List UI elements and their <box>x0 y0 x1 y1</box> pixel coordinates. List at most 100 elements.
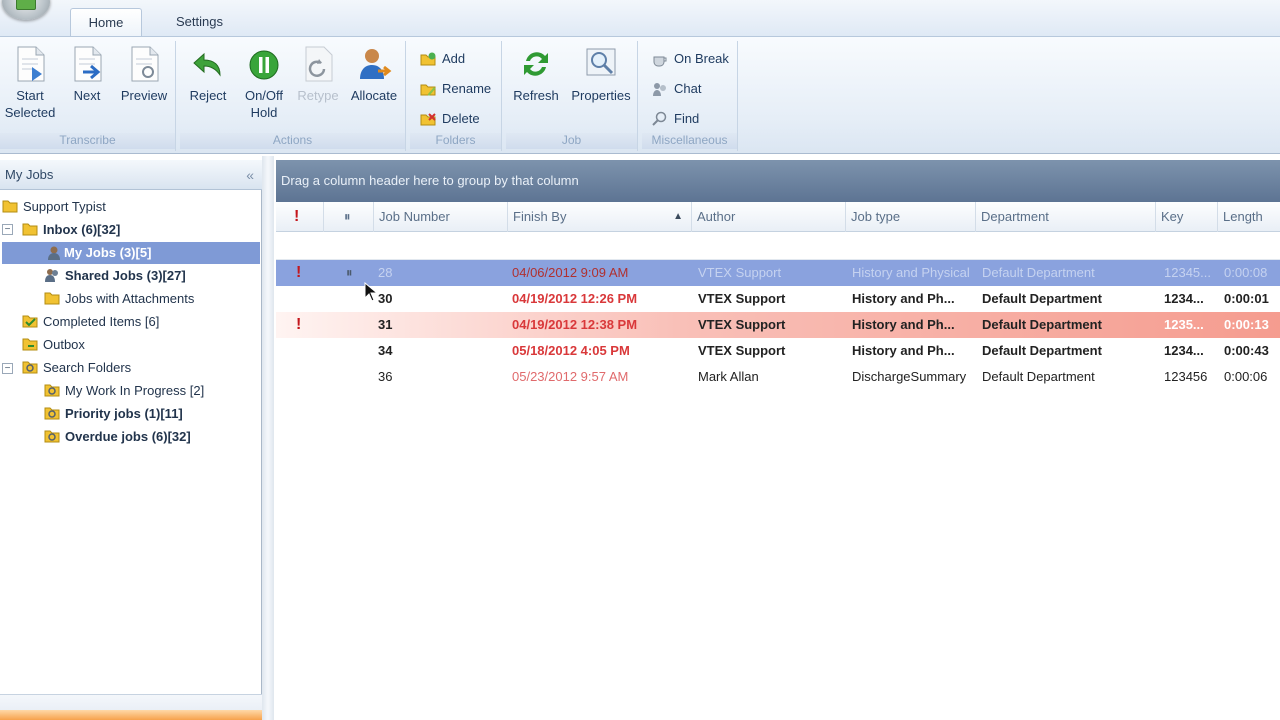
application-menu-button[interactable] <box>2 0 50 20</box>
search-folder-icon <box>44 384 60 397</box>
next-document-icon <box>74 46 102 82</box>
cell-finish-by: 04/19/2012 12:38 PM <box>512 317 638 332</box>
column-header-job-number[interactable]: Job Number <box>374 202 508 232</box>
cell-job-number: 28 <box>378 265 393 280</box>
tree-label: Support Typist <box>23 199 106 214</box>
priority-flag-icon <box>292 338 322 364</box>
tree-label: Inbox (6)[32] <box>43 222 121 237</box>
start-selected-button[interactable]: Start Selected <box>2 43 58 131</box>
refresh-button[interactable]: Refresh <box>508 43 564 131</box>
outbox-folder-icon <box>22 338 38 351</box>
column-header-job-type[interactable]: Job type <box>846 202 976 232</box>
preview-document-icon <box>131 46 159 82</box>
cell-key: 1234... <box>1164 343 1204 358</box>
group-label-transcribe: Transcribe <box>0 133 175 149</box>
column-header-finish-by[interactable]: Finish By ▲ <box>508 202 692 232</box>
cell-author: VTEX Support <box>698 265 782 280</box>
attachment-icon <box>342 338 372 364</box>
table-row[interactable]: 36 05/23/2012 9:57 AM Mark Allan Dischar… <box>276 364 1280 390</box>
group-by-area[interactable]: Drag a column header here to group by th… <box>276 160 1280 202</box>
preview-label: Preview <box>120 88 168 103</box>
find-button[interactable]: Find <box>646 107 699 131</box>
cell-finish-by: 04/06/2012 9:09 AM <box>512 265 629 280</box>
collapse-inbox-toggle[interactable]: − <box>2 224 13 235</box>
on-break-button[interactable]: On Break <box>646 47 729 71</box>
delete-folder-button[interactable]: Delete <box>414 107 480 131</box>
app-logo-icon <box>16 0 36 10</box>
tree-label: Shared Jobs (3)[27] <box>65 268 186 283</box>
tab-home[interactable]: Home <box>70 8 142 36</box>
cell-finish-by: 04/19/2012 12:26 PM <box>512 291 638 306</box>
ribbon-group-folders: Add Rename Delete Folders <box>410 41 502 151</box>
tree-item-completed-items[interactable]: Completed Items [6] <box>22 311 159 333</box>
column-header-length[interactable]: Length <box>1218 202 1280 232</box>
tree-item-overdue-jobs[interactable]: Overdue jobs (6)[32] <box>44 426 191 448</box>
tree-label: Completed Items [6] <box>43 314 160 329</box>
chat-button[interactable]: Chat <box>646 77 701 101</box>
column-header-author[interactable]: Author <box>692 202 846 232</box>
cell-department: Default Department <box>982 343 1102 358</box>
tree-item-shared-jobs[interactable]: Shared Jobs (3)[27] <box>44 265 186 287</box>
navigation-pane-footer[interactable] <box>0 694 262 720</box>
add-folder-label: Add <box>442 51 466 66</box>
collapse-panel-button[interactable]: « <box>246 160 254 190</box>
cell-author: VTEX Support <box>698 317 786 332</box>
attachment-icon <box>342 364 372 390</box>
tree-item-priority-jobs[interactable]: Priority jobs (1)[11] <box>44 403 183 425</box>
allocate-label: Allocate <box>350 88 398 103</box>
tree-item-outbox[interactable]: Outbox <box>22 334 85 356</box>
onoff-hold-button[interactable]: On/Off Hold <box>236 43 292 131</box>
cell-job-type: History and Ph... <box>852 291 955 306</box>
cell-key: 1235... <box>1164 317 1204 332</box>
on-break-label: On Break <box>674 51 729 66</box>
tree-item-search-folders[interactable]: Search Folders <box>22 357 131 379</box>
retype-button[interactable]: Retype <box>290 43 346 131</box>
find-label: Find <box>674 111 700 126</box>
tree-item-my-work-in-progress[interactable]: My Work In Progress [2] <box>44 380 204 402</box>
group-label-miscellaneous: Miscellaneous <box>642 133 737 149</box>
add-folder-button[interactable]: Add <box>414 47 465 71</box>
tree-label: Priority jobs (1)[11] <box>65 406 183 421</box>
table-row[interactable]: 34 05/18/2012 4:05 PM VTEX Support Histo… <box>276 338 1280 364</box>
preview-button[interactable]: Preview <box>116 43 172 131</box>
table-row[interactable]: ! ⏸ 28 04/06/2012 9:09 AM VTEX Support H… <box>276 260 1280 286</box>
rename-folder-button[interactable]: Rename <box>414 77 491 101</box>
refresh-icon <box>524 52 548 76</box>
column-label: Finish By <box>513 209 567 224</box>
panel-splitter[interactable] <box>262 156 274 720</box>
properties-label: Properties <box>571 88 631 103</box>
column-header-priority[interactable]: ! <box>276 202 324 232</box>
collapse-search-folders-toggle[interactable]: − <box>2 363 13 374</box>
cell-length: 0:00:43 <box>1224 343 1269 358</box>
reject-arrow-icon <box>193 52 221 77</box>
cell-length: 0:00:06 <box>1224 369 1268 384</box>
retype-icon <box>305 46 333 82</box>
tree-item-inbox[interactable]: Inbox (6)[32] <box>22 219 120 241</box>
cell-author: VTEX Support <box>698 343 786 358</box>
retype-label: Retype <box>297 88 339 103</box>
column-header-attachment[interactable]: ⏸ <box>324 202 374 232</box>
column-header-key[interactable]: Key <box>1156 202 1218 232</box>
column-header-department[interactable]: Department <box>976 202 1156 232</box>
tab-settings[interactable]: Settings <box>160 8 239 36</box>
cell-job-number: 34 <box>378 343 393 358</box>
tree-label: Jobs with Attachments <box>65 291 195 306</box>
my-jobs-panel-header: My Jobs « <box>0 160 262 190</box>
table-row[interactable]: ! 31 04/19/2012 12:38 PM VTEX Support Hi… <box>276 312 1280 338</box>
cell-finish-by: 05/18/2012 4:05 PM <box>512 343 630 358</box>
cell-job-number: 31 <box>378 317 393 332</box>
tree-item-jobs-with-attachments[interactable]: Jobs with Attachments <box>44 288 194 310</box>
attachment-icon <box>342 312 372 338</box>
shared-users-icon <box>45 269 58 282</box>
table-row[interactable]: 30 04/19/2012 12:26 PM VTEX Support Hist… <box>276 286 1280 312</box>
tree-item-support-typist[interactable]: Support Typist <box>2 196 106 218</box>
tree-item-my-jobs[interactable]: My Jobs (3)[5] <box>2 242 260 264</box>
next-label: Next <box>73 88 101 103</box>
allocate-button[interactable]: Allocate <box>346 43 402 131</box>
filter-row[interactable] <box>276 232 1280 260</box>
reject-button[interactable]: Reject <box>180 43 236 131</box>
onoff-hold-label: On/Off Hold <box>244 88 284 120</box>
reject-label: Reject <box>189 88 227 103</box>
properties-button[interactable]: Properties <box>568 43 634 131</box>
next-button[interactable]: Next <box>59 43 115 131</box>
